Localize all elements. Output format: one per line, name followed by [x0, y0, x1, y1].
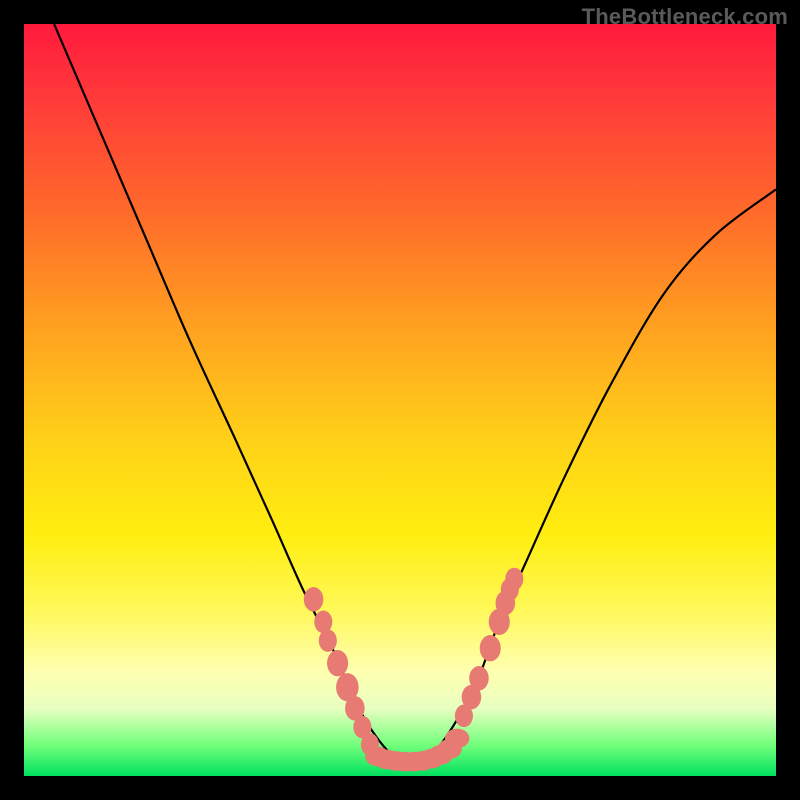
bottleneck-curve — [54, 24, 776, 764]
data-point — [469, 666, 489, 690]
data-point — [304, 587, 324, 611]
chart-area — [24, 24, 776, 776]
data-point — [445, 729, 469, 749]
data-point — [505, 568, 523, 591]
curve-svg — [24, 24, 776, 776]
data-point — [327, 650, 348, 676]
data-point — [319, 629, 337, 652]
watermark-text: TheBottleneck.com — [582, 4, 788, 30]
data-point — [480, 635, 501, 661]
data-points — [304, 568, 524, 772]
